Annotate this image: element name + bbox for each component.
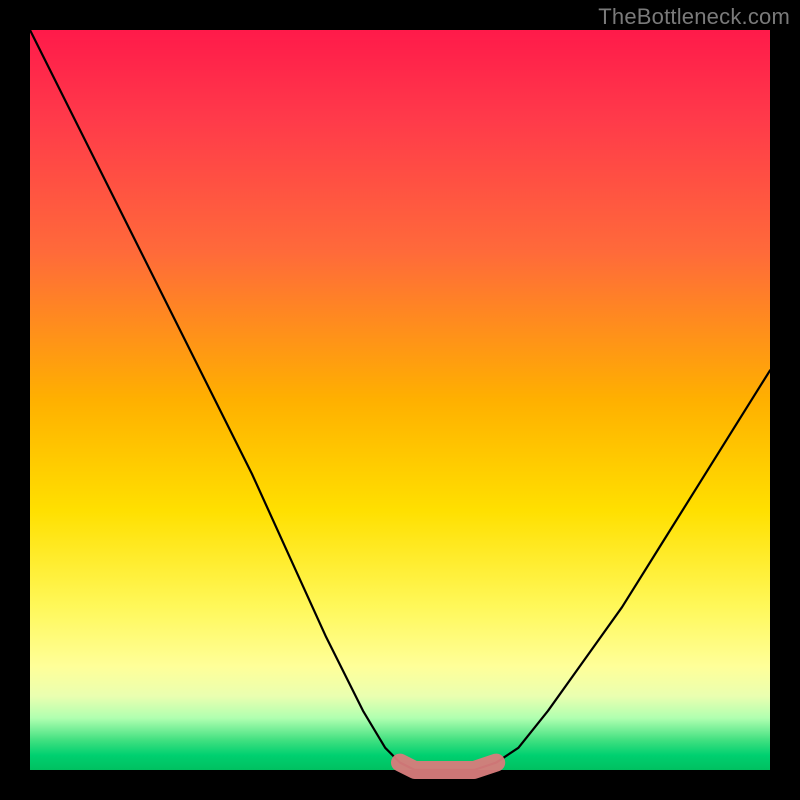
watermark-text: TheBottleneck.com [598,4,790,30]
curve-svg [30,30,770,770]
bottleneck-curve [30,30,770,770]
chart-stage: TheBottleneck.com [0,0,800,800]
bottleneck-curve-highlight [400,763,496,770]
plot-area [30,30,770,770]
